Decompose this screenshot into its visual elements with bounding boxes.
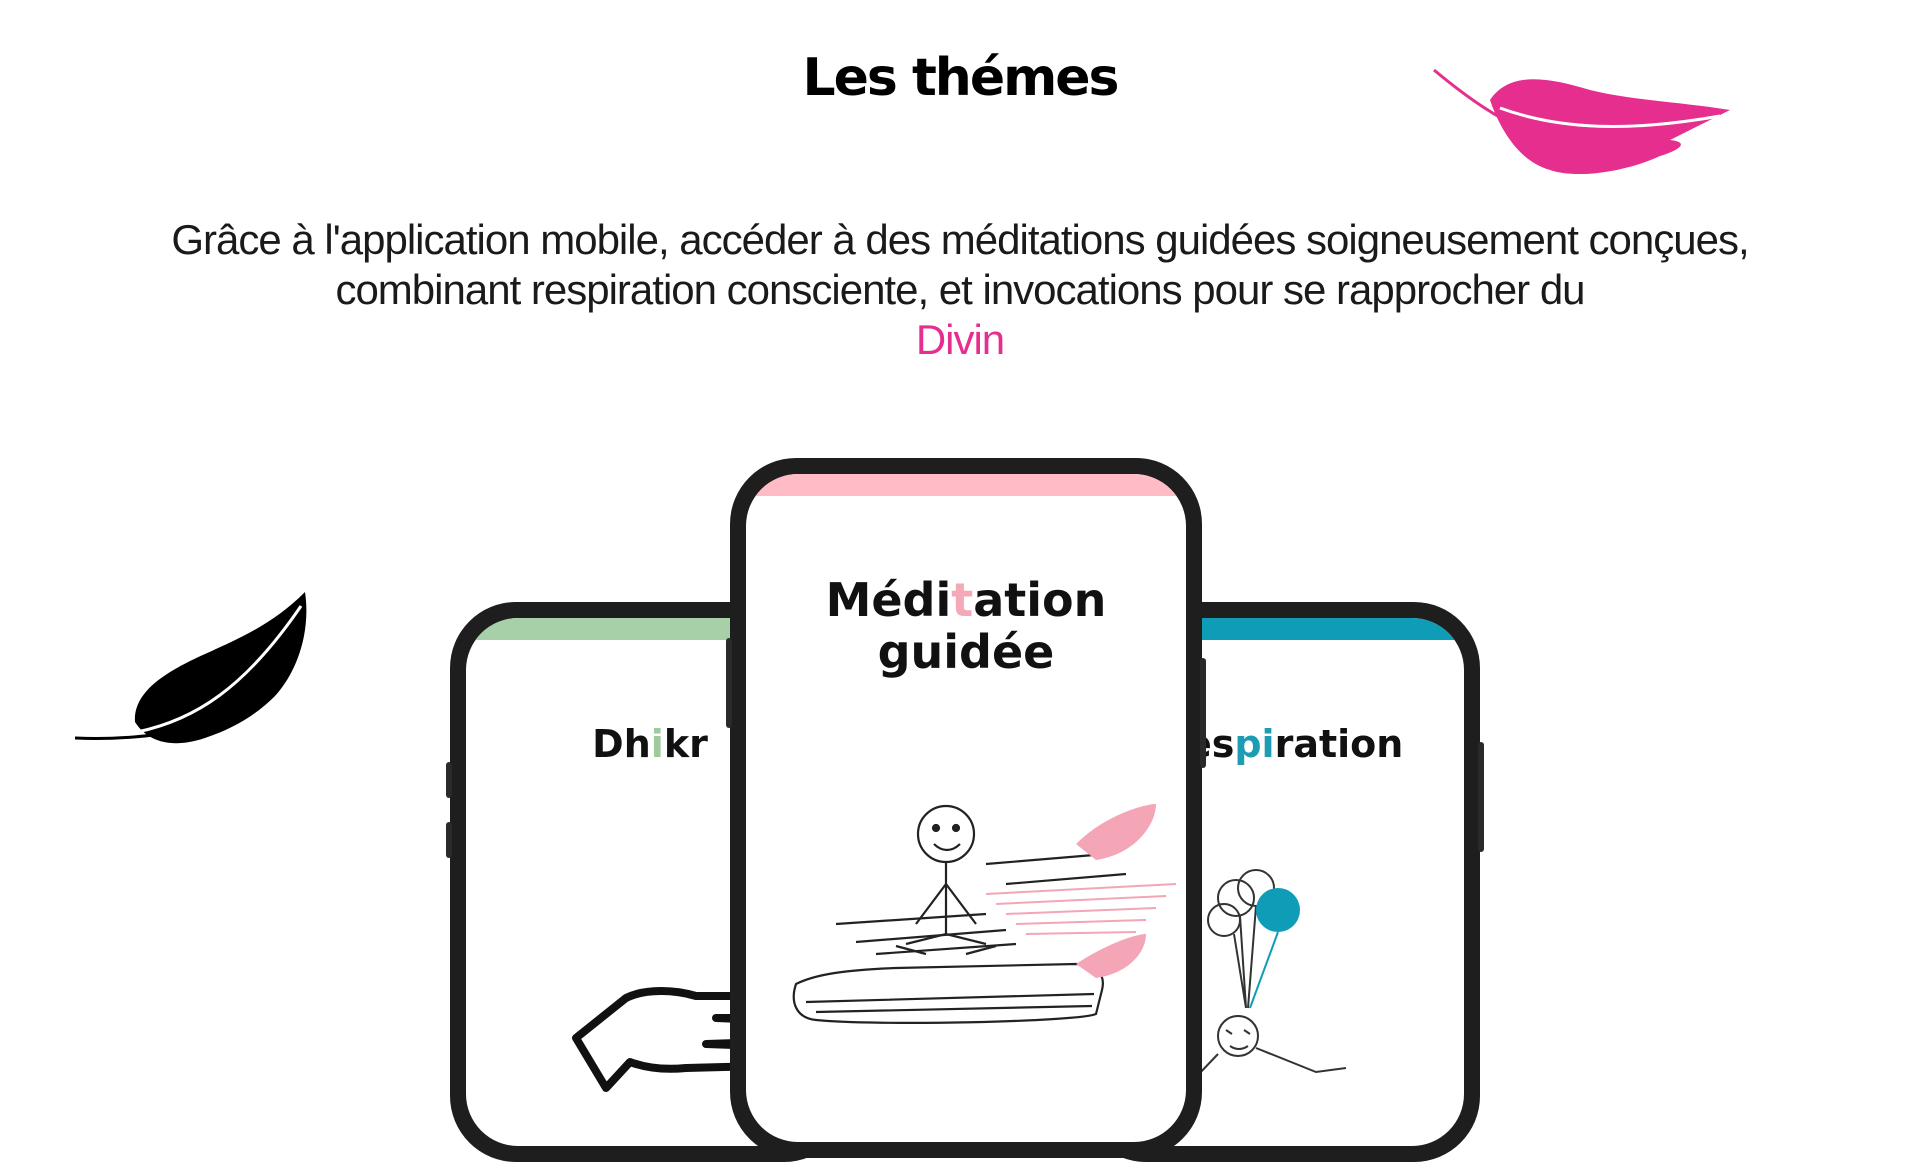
intro-accent-word: Divin (915, 316, 1005, 363)
pink-feather-icon (1433, 68, 1730, 175)
phone-side-button (1200, 658, 1206, 768)
black-feather-icon (75, 592, 307, 744)
intro-text: Grâce à l'application mobile, accéder à … (160, 215, 1760, 365)
theme-title-meditation[interactable]: Méditation guidée (746, 574, 1186, 678)
phone-meditation: Méditation guidée (726, 458, 1206, 1158)
intro-body: Grâce à l'application mobile, accéder à … (171, 216, 1749, 313)
theme-color-bar (746, 474, 1186, 496)
phone-side-button (726, 638, 732, 728)
phone-screen: Méditation guidée (746, 474, 1186, 1142)
phone-side-button (1478, 742, 1484, 852)
phone-side-button (446, 762, 452, 798)
phone-side-button (446, 822, 452, 858)
meditation-flying-carpet-icon (792, 804, 1177, 1024)
